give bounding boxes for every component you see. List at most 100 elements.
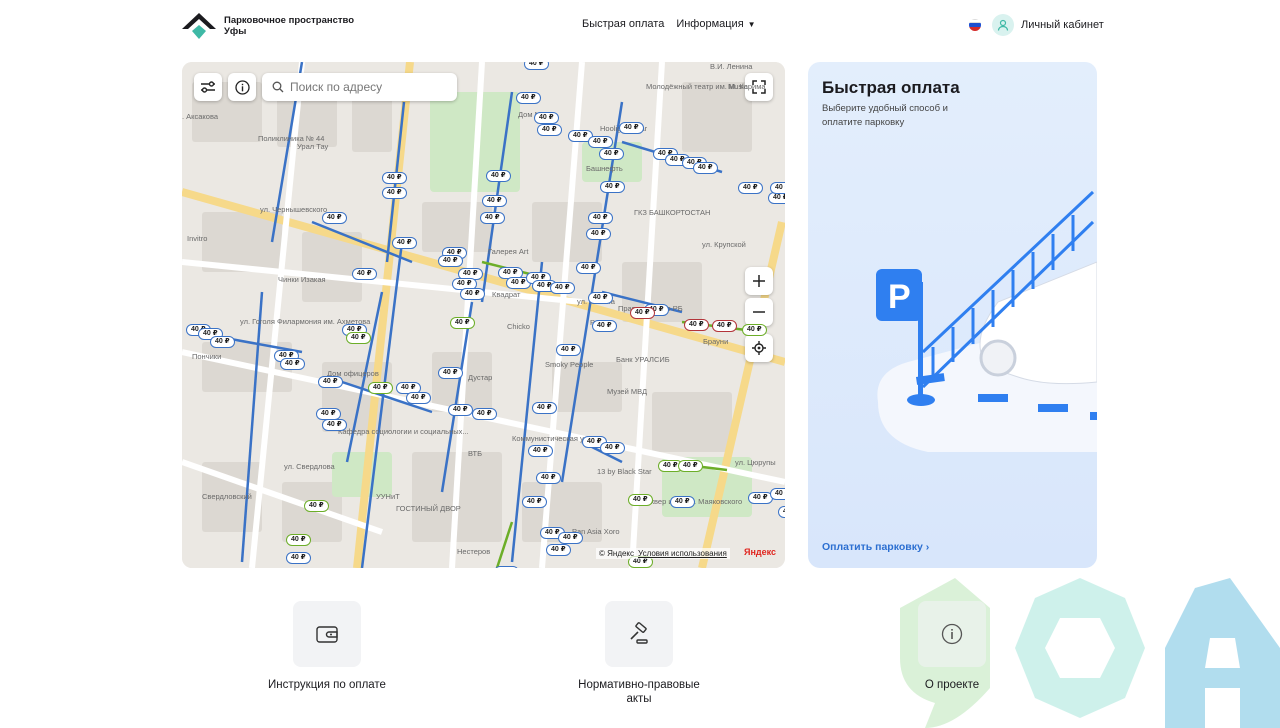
parking-price-marker[interactable]: 40 ₽: [494, 566, 519, 568]
parking-price-marker[interactable]: 40 ₽: [448, 404, 473, 416]
parking-price-marker[interactable]: 40 ₽: [770, 182, 785, 194]
address-search-input[interactable]: [290, 80, 450, 94]
tile-box: [605, 601, 673, 667]
quick-pay-title: Быстрая оплата: [822, 78, 960, 97]
map-info-button[interactable]: [228, 73, 256, 101]
parking-price-marker[interactable]: 40 ₽: [392, 237, 417, 249]
quick-pay-card[interactable]: Быстрая оплата Выберите удобный способ и…: [808, 62, 1097, 568]
parking-price-marker[interactable]: 40 ₽: [536, 472, 561, 484]
tile-label: Инструкция по оплате: [268, 679, 386, 691]
parking-price-marker[interactable]: 40 ₽: [438, 367, 463, 379]
search-icon: [272, 81, 284, 93]
parking-price-marker[interactable]: 40 ₽: [480, 212, 505, 224]
parking-price-marker[interactable]: 40 ₽: [524, 62, 549, 70]
parking-price-marker[interactable]: 40 ₽: [528, 445, 553, 457]
parking-price-marker[interactable]: 40 ₽: [684, 319, 709, 331]
map-filter-button[interactable]: [194, 73, 222, 101]
map-place-label: Музей МВД: [607, 387, 648, 396]
map-place-label: Дустар: [468, 373, 493, 382]
parking-price-marker[interactable]: 40 ₽: [318, 376, 343, 388]
parking-price-marker[interactable]: 40 ₽: [600, 181, 625, 193]
map-place-label: Chicko: [507, 322, 530, 331]
parking-price-marker[interactable]: 40 ₽: [532, 402, 557, 414]
parking-price-marker[interactable]: 40 ₽: [670, 496, 695, 508]
parking-price-marker[interactable]: 40 ₽: [472, 408, 497, 420]
zoom-in-button[interactable]: [745, 267, 773, 295]
main-nav: Быстрая оплата Информация ▼: [582, 18, 756, 30]
parking-price-marker[interactable]: 40 ₽: [537, 124, 562, 136]
parking-price-marker[interactable]: 40 ₽: [600, 442, 625, 454]
quick-pay-subtitle: Выберите удобный способ и оплатите парко…: [822, 103, 948, 128]
map-place-label: ГОСТИНЫЙ ДВОР: [396, 504, 461, 513]
parking-price-marker[interactable]: 40 ₽: [534, 112, 559, 124]
tile-about-project[interactable]: О проекте: [902, 601, 1002, 692]
parking-price-marker[interactable]: 40 ₽: [630, 307, 655, 319]
parking-price-marker[interactable]: 40 ₽: [588, 136, 613, 148]
zoom-out-button[interactable]: [745, 298, 773, 326]
parking-price-marker[interactable]: 40 ₽: [742, 324, 767, 336]
parking-price-marker[interactable]: 40 ₽: [486, 170, 511, 182]
wallet-icon: [316, 626, 338, 643]
parking-price-marker[interactable]: 40 ₽: [588, 212, 613, 224]
parking-price-marker[interactable]: 40 ₽: [550, 282, 575, 294]
address-search[interactable]: [262, 73, 457, 101]
parking-price-marker[interactable]: 40 ₽: [346, 332, 371, 344]
parking-price-marker[interactable]: 40 ₽: [450, 317, 475, 329]
tile-payment-instructions[interactable]: Инструкция по оплате: [252, 601, 402, 692]
parking-price-marker[interactable]: 40 ₽: [322, 419, 347, 431]
parking-price-marker[interactable]: 40 ₽: [619, 122, 644, 134]
parking-price-marker[interactable]: 40 ₽: [352, 268, 377, 280]
parking-price-marker[interactable]: 40 ₽: [516, 92, 541, 104]
tile-legal-acts[interactable]: Нормативно-правовые акты: [578, 601, 700, 706]
parking-price-marker[interactable]: 40 ₽: [586, 228, 611, 240]
parking-price-marker[interactable]: 40 ₽: [678, 460, 703, 472]
parking-price-marker[interactable]: 40 ₽: [770, 488, 785, 500]
parking-price-marker[interactable]: 40 ₽: [406, 392, 431, 404]
terms-link[interactable]: Условия использования: [638, 549, 727, 558]
user-icon: [992, 14, 1014, 36]
info-icon: [941, 623, 963, 645]
parking-price-marker[interactable]: 40 ₽: [286, 552, 311, 564]
parking-price-marker[interactable]: 40 ₽: [522, 496, 547, 508]
parking-price-marker[interactable]: 40 ₽: [693, 162, 718, 174]
logo[interactable]: Парковочное пространство Уфы: [182, 11, 364, 41]
parking-price-marker[interactable]: 40 ₽: [460, 288, 485, 300]
parking-price-marker[interactable]: 40 ₽: [382, 187, 407, 199]
pay-parking-link[interactable]: Оплатить парковку ›: [822, 541, 929, 553]
map-place-label: ул. Чернышевского: [260, 205, 328, 214]
map-place-label: Smoky People: [545, 360, 594, 369]
nav-quick-pay[interactable]: Быстрая оплата: [582, 18, 664, 30]
parking-price-marker[interactable]: 40 ₽: [778, 506, 785, 518]
parking-price-marker[interactable]: 40 ₽: [210, 336, 235, 348]
parking-price-marker[interactable]: 40 ₽: [280, 358, 305, 370]
parking-price-marker[interactable]: 40 ₽: [576, 262, 601, 274]
gavel-icon: [630, 622, 648, 644]
parking-price-marker[interactable]: 40 ₽: [592, 320, 617, 332]
parking-price-marker[interactable]: 40 ₽: [738, 182, 763, 194]
parking-price-marker[interactable]: 40 ₽: [588, 292, 613, 304]
map-place-label: ул. Крупской: [702, 240, 746, 249]
personal-cabinet-button[interactable]: Личный кабинет: [992, 14, 1104, 36]
geolocation-button[interactable]: [745, 334, 773, 362]
parking-price-marker[interactable]: 40 ₽: [556, 344, 581, 356]
parking-map[interactable]: В.И. ЛенинаМолодёжный театр им. М. Карим…: [182, 62, 785, 568]
parking-price-marker[interactable]: 40 ₽: [438, 255, 463, 267]
parking-price-marker[interactable]: 40 ₽: [712, 320, 737, 332]
nav-info[interactable]: Информация ▼: [676, 18, 755, 30]
filter-icon: [201, 81, 215, 93]
map-place-label: Свердловский: [202, 492, 252, 501]
parking-price-marker[interactable]: 40 ₽: [558, 532, 583, 544]
parking-price-marker[interactable]: 40 ₽: [286, 534, 311, 546]
parking-price-marker[interactable]: 40 ₽: [599, 148, 624, 160]
parking-price-marker[interactable]: 40 ₽: [748, 492, 773, 504]
parking-price-marker[interactable]: 40 ₽: [322, 212, 347, 224]
parking-price-marker[interactable]: 40 ₽: [546, 544, 571, 556]
parking-price-marker[interactable]: 40 ₽: [628, 494, 653, 506]
logo-text: Парковочное пространство Уфы: [224, 15, 355, 37]
parking-price-marker[interactable]: 40 ₽: [304, 500, 329, 512]
parking-price-marker[interactable]: 40 ₽: [382, 172, 407, 184]
parking-price-marker[interactable]: 40 ₽: [368, 382, 393, 394]
parking-price-marker[interactable]: 40 ₽: [482, 195, 507, 207]
map-place-label: В.И. Ленина: [710, 62, 753, 71]
language-flag-icon[interactable]: [969, 19, 981, 31]
